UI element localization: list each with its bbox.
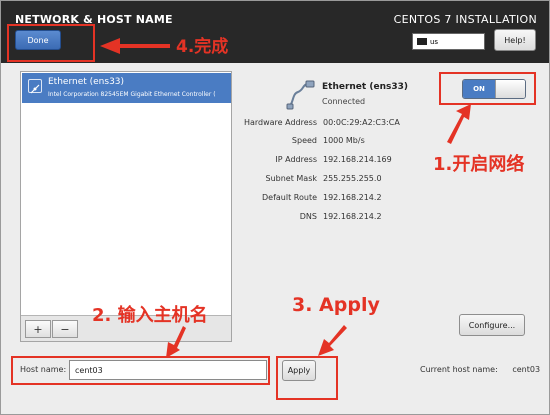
keyboard-icon	[417, 38, 427, 45]
detail-value: 192.168.214.2	[323, 212, 382, 221]
help-button[interactable]: Help!	[494, 29, 536, 51]
add-device-button[interactable]: +	[25, 320, 51, 338]
current-host-value: cent03	[512, 365, 541, 374]
device-status: Connected	[322, 97, 366, 106]
annotation-box-done	[7, 24, 95, 62]
device-name: Ethernet (ens33)	[322, 82, 408, 92]
annotation-step4: 4.完成	[176, 37, 229, 57]
remove-device-button[interactable]: −	[52, 320, 78, 338]
configure-button[interactable]: Configure...	[459, 314, 525, 336]
detail-label: DNS	[299, 212, 317, 221]
detail-value: 192.168.214.169	[323, 155, 392, 164]
detail-label: Default Route	[262, 193, 317, 202]
detail-row: Default Route 192.168.214.2	[155, 193, 415, 205]
annotation-box-apply	[276, 356, 338, 400]
detail-row: Subnet Mask 255.255.255.0	[155, 174, 415, 186]
list-item[interactable]: Ethernet (ens33) Intel Corporation 82545…	[22, 73, 231, 103]
device-list-name: Ethernet (ens33)	[48, 77, 125, 87]
detail-label: Speed	[291, 136, 317, 145]
keyboard-layout-label: us	[430, 37, 439, 46]
installer-title: CENTOS 7 INSTALLATION	[393, 13, 537, 26]
detail-row: Hardware Address 00:0C:29:A2:C3:CA	[155, 118, 415, 130]
annotation-box-hostname	[11, 356, 270, 385]
keyboard-layout-indicator[interactable]: us	[412, 33, 485, 50]
detail-row: DNS 192.168.214.2	[155, 212, 415, 224]
detail-label: IP Address	[275, 155, 317, 164]
ethernet-icon	[286, 80, 316, 110]
device-list-description: Intel Corporation 82545EM Gigabit Ethern…	[48, 91, 216, 98]
annotation-step2: 2. 输入主机名	[92, 305, 208, 326]
annotation-step1: 1.开启网络	[433, 154, 525, 175]
detail-value: 1000 Mb/s	[323, 136, 365, 145]
detail-label: Hardware Address	[243, 118, 317, 127]
annotation-step3: 3. Apply	[292, 294, 380, 316]
current-host-label: Current host name:	[420, 365, 498, 374]
detail-row: Speed 1000 Mb/s	[155, 136, 415, 148]
detail-value: 255.255.255.0	[323, 174, 382, 183]
current-host-name: Current host name: cent03	[420, 365, 540, 374]
detail-label: Subnet Mask	[265, 174, 317, 183]
detail-value: 00:0C:29:A2:C3:CA	[323, 118, 400, 127]
detail-row: IP Address 192.168.214.169	[155, 155, 415, 167]
network-cable-icon	[28, 79, 42, 94]
annotation-box-toggle	[439, 72, 536, 105]
detail-value: 192.168.214.2	[323, 193, 382, 202]
installer-window: NETWORK & HOST NAME CENTOS 7 INSTALLATIO…	[0, 0, 550, 415]
